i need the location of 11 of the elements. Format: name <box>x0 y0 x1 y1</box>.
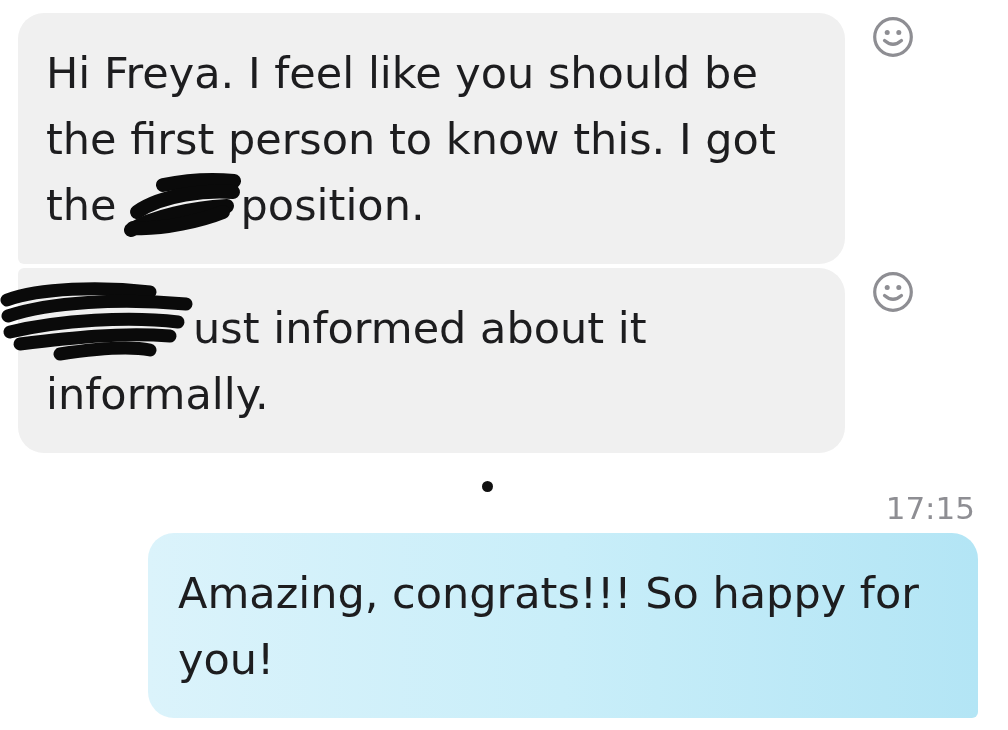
redaction-scribble-icon <box>0 280 193 361</box>
dot-icon <box>482 481 493 492</box>
smiley-icon[interactable] <box>873 17 913 57</box>
redaction-scribble-icon <box>122 172 241 238</box>
message-text: informally. <box>46 368 269 421</box>
message-text: position. <box>240 179 425 232</box>
timestamp: 17:15 <box>885 490 975 526</box>
message-text: ust informed about it <box>193 302 647 355</box>
message-text: Amazing, congrats!!! So happy for you! <box>178 567 920 686</box>
smiley-icon[interactable] <box>873 272 913 312</box>
message-text: the <box>46 179 117 232</box>
